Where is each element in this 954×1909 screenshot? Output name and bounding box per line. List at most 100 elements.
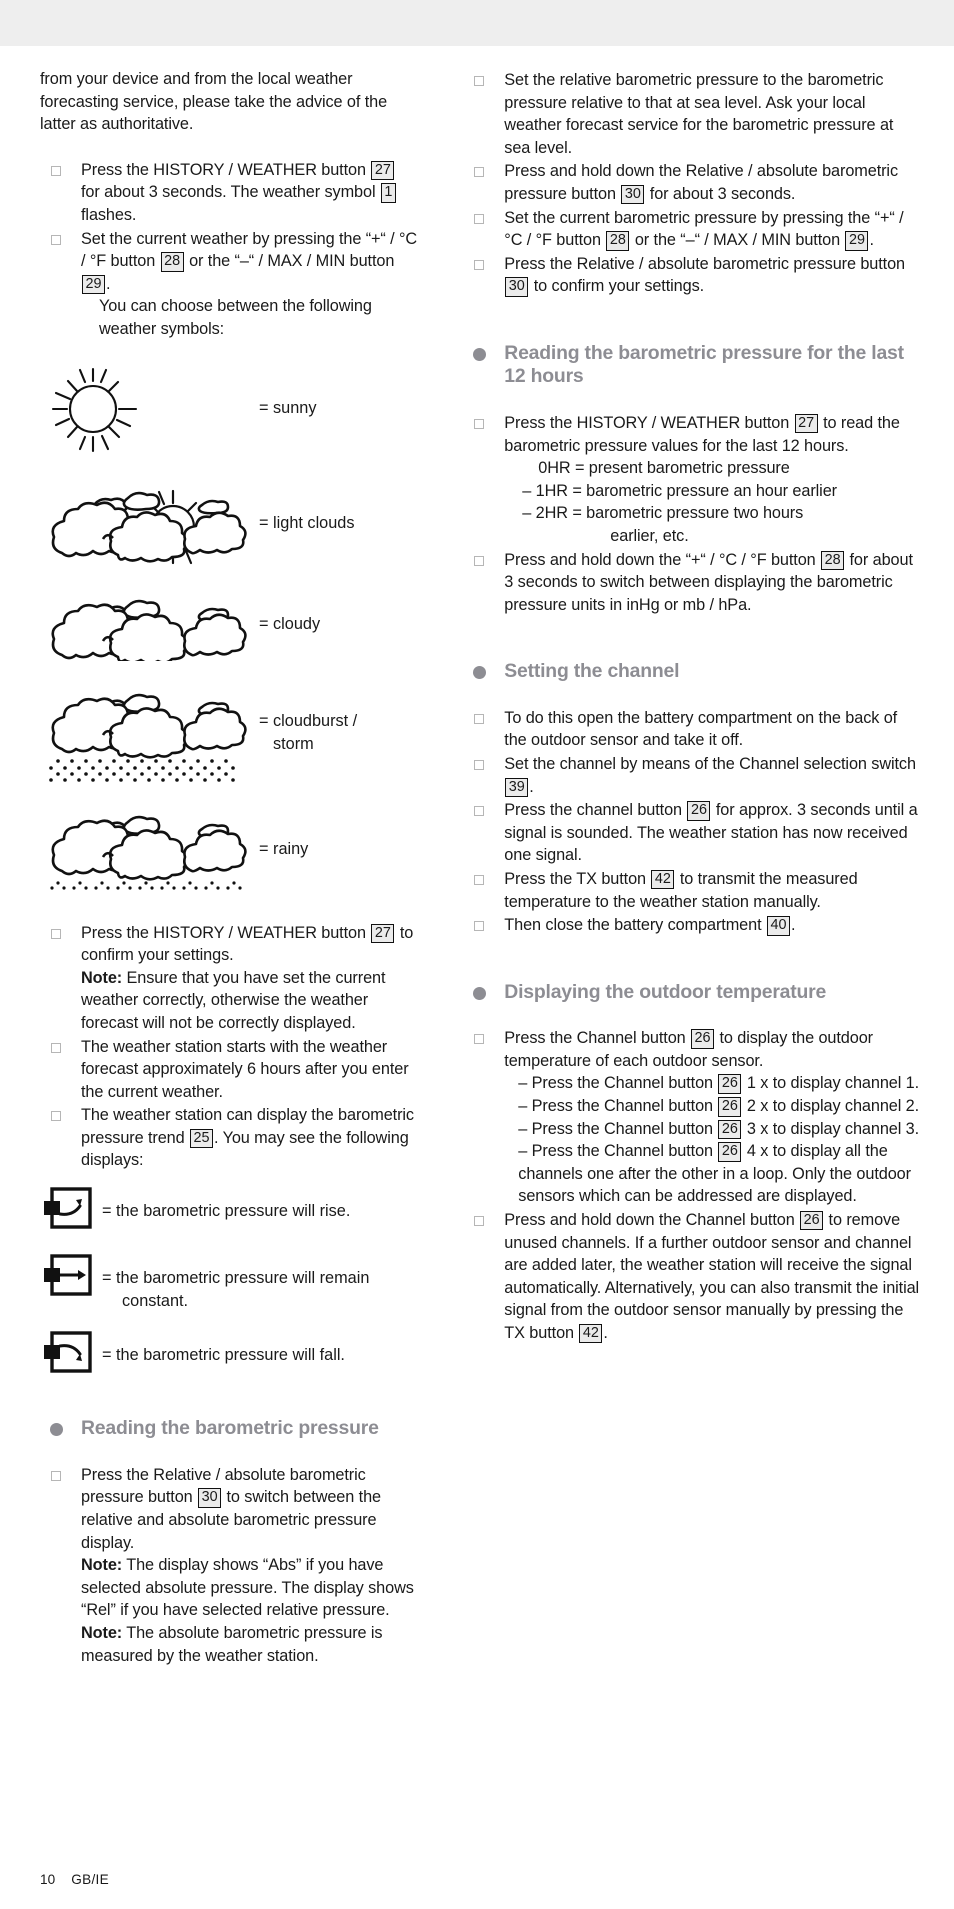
- trend-row-fall: = the barometric pressure will fall.: [40, 1330, 417, 1379]
- note-text: Ensure that you have set the current wea…: [81, 968, 386, 1032]
- trend-label: = the barometric pressure will remain: [102, 1269, 370, 1288]
- key-reference: 30: [621, 184, 645, 205]
- symbol-label: = sunny: [259, 399, 317, 418]
- list-item: Set the channel by means of the Channel …: [463, 753, 920, 798]
- rain-marks: [50, 880, 242, 890]
- list-item: Press and hold down the Channel button 2…: [463, 1209, 920, 1345]
- list-item-text: Set the current weather by pressing the …: [81, 229, 418, 295]
- list-item: To do this open the battery compartment …: [463, 707, 920, 752]
- key-reference: 26: [718, 1074, 742, 1094]
- list-item-text: Set the channel by means of the Channel …: [504, 754, 916, 798]
- list-item: Press the HISTORY / WEATHER button 27 to…: [463, 412, 920, 548]
- precipitation-dots: [49, 758, 235, 782]
- left-list-1: Press the HISTORY / WEATHER button 27 fo…: [40, 159, 417, 341]
- pressure-constant-icon: [40, 1253, 102, 1302]
- list-item-text: Set the relative barometric pressure to …: [504, 71, 894, 157]
- list-item: Press and hold down the Relative / absol…: [463, 160, 920, 205]
- symbol-label: = cloudburst /: [259, 711, 358, 730]
- list-item: Press the channel button 26 for approx. …: [463, 799, 920, 867]
- list-item: The weather station starts with the weat…: [40, 1036, 417, 1104]
- key-reference: 26: [800, 1210, 824, 1231]
- list-item: Press the HISTORY / WEATHER button 27 fo…: [40, 159, 417, 227]
- page-number: 10: [40, 1872, 56, 1887]
- key-reference: 30: [198, 1488, 222, 1508]
- list-item-text: Set the current barometric pressure by p…: [504, 208, 904, 251]
- note-text-2: The absolute barometric pressure is meas…: [81, 1623, 383, 1665]
- list-item-text: Press the HISTORY / WEATHER button 27 to…: [504, 413, 900, 455]
- key-reference: 40: [766, 916, 790, 936]
- symbol-label-2: storm: [273, 734, 314, 753]
- trend-label: = the barometric pressure will fall.: [102, 1346, 345, 1365]
- list-item-text: Press and hold down the Channel button 2…: [504, 1210, 920, 1344]
- key-reference: 27: [794, 413, 818, 434]
- key-reference: 28: [606, 231, 630, 251]
- intro-paragraph: from your device and from the local weat…: [40, 70, 388, 134]
- symbol-label-group: = cloudburst / storm: [255, 710, 357, 755]
- key-reference: 26: [718, 1119, 742, 1140]
- list-item: The weather station can display the baro…: [40, 1104, 417, 1172]
- key-reference: 39: [505, 777, 529, 798]
- list-item-text: The weather station starts with the weat…: [81, 1037, 409, 1101]
- list-item-text: Press the channel button 26 for approx. …: [504, 801, 918, 865]
- light-clouds-icon: [40, 481, 255, 567]
- symbol-label: = light clouds: [259, 514, 355, 533]
- list-item-text: Then close the battery compartment 40.: [504, 916, 796, 936]
- list-item: Set the current weather by pressing the …: [40, 228, 417, 341]
- key-reference: 30: [505, 277, 529, 297]
- list-item-text: Press and hold down the Relative / absol…: [504, 162, 898, 205]
- list-item-text: Press the HISTORY / WEATHER button 27 fo…: [81, 160, 397, 224]
- key-reference: 42: [579, 1323, 603, 1344]
- list-item-text: Press the Channel button 26 to display t…: [504, 1029, 873, 1070]
- symbol-label: = rainy: [259, 840, 309, 859]
- key-reference: 29: [82, 274, 106, 295]
- list-item: Press the HISTORY / WEATHER button 27 to…: [40, 922, 417, 1035]
- cloudy-icon: [40, 589, 255, 661]
- document-page: from your device and from the local weat…: [0, 46, 954, 1909]
- right-list-3: To do this open the battery compartment …: [463, 707, 920, 937]
- list-item: Then close the battery compartment 40.: [463, 914, 920, 937]
- key-reference: 26: [691, 1029, 715, 1049]
- list-item-text: Press the TX button 42 to transmit the m…: [504, 869, 858, 911]
- note-text: The display shows “Abs” if you have sele…: [81, 1556, 414, 1620]
- key-reference: 26: [687, 801, 711, 821]
- sub-dash-4: – Press the Channel button 26 4 x to dis…: [518, 1142, 911, 1206]
- weather-symbol-row-cloudy: = cloudy: [40, 589, 417, 661]
- weather-symbol-row-rainy: = rainy: [40, 805, 417, 895]
- list-item: Press the Relative / absolute barometric…: [40, 1464, 417, 1667]
- key-reference: 26: [718, 1097, 742, 1117]
- weather-symbol-row-sunny: = sunny: [40, 359, 417, 459]
- symbol-label: = cloudy: [259, 615, 321, 634]
- sub-dash-2: – Press the Channel button 26 2 x to dis…: [518, 1097, 920, 1117]
- weather-symbol-row-cloudburst: = cloudburst / storm: [40, 683, 417, 783]
- heading-displaying-outdoor-temperature: Displaying the outdoor temperature: [463, 981, 920, 1005]
- list-item-extra: You can choose between the following wea…: [99, 297, 372, 338]
- key-reference: 28: [160, 252, 184, 272]
- trend-label-2: constant.: [122, 1291, 189, 1310]
- right-list-2: Press the HISTORY / WEATHER button 27 to…: [463, 412, 920, 616]
- trend-label-group: = the barometric pressure will remain co…: [102, 1253, 369, 1312]
- two-column-layout: from your device and from the local weat…: [40, 68, 920, 1667]
- page-locale: GB/IE: [71, 1872, 109, 1887]
- pressure-fall-icon: [40, 1330, 102, 1379]
- left-list-3: Press the Relative / absolute barometric…: [40, 1464, 417, 1667]
- trend-row-rise: = the barometric pressure will rise.: [40, 1186, 417, 1235]
- note-label: Note:: [81, 1556, 123, 1575]
- sub-line-0hr: 0HR = present barometric pressure: [538, 459, 790, 478]
- rainy-icon: [40, 805, 255, 895]
- right-list-1: Set the relative barometric pressure to …: [463, 69, 920, 298]
- heading-setting-the-channel: Setting the channel: [463, 660, 920, 684]
- list-item-text: Press and hold down the “+“ / °C / °F bu…: [504, 550, 913, 614]
- note-label: Note:: [81, 968, 123, 987]
- list-item-text: Press the Relative / absolute barometric…: [81, 1465, 381, 1552]
- list-item: Press the Channel button 26 to display t…: [463, 1027, 920, 1208]
- sub-line-2hr: – 2HR = barometric pressure two hours: [522, 504, 804, 523]
- cloudburst-icon: [40, 683, 255, 783]
- key-reference: 28: [821, 550, 845, 570]
- sub-line-1hr: – 1HR = barometric pressure an hour earl…: [522, 481, 837, 500]
- left-list-2: Press the HISTORY / WEATHER button 27 to…: [40, 922, 417, 1173]
- heading-reading-barometric-pressure: Reading the barometric pressure: [40, 1417, 417, 1441]
- list-item-text: Press the Relative / absolute barometric…: [504, 254, 906, 297]
- sub-dash-3: – Press the Channel button 26 3 x to dis…: [518, 1119, 920, 1140]
- key-reference: 29: [845, 231, 869, 251]
- right-column: Set the relative barometric pressure to …: [463, 68, 920, 1667]
